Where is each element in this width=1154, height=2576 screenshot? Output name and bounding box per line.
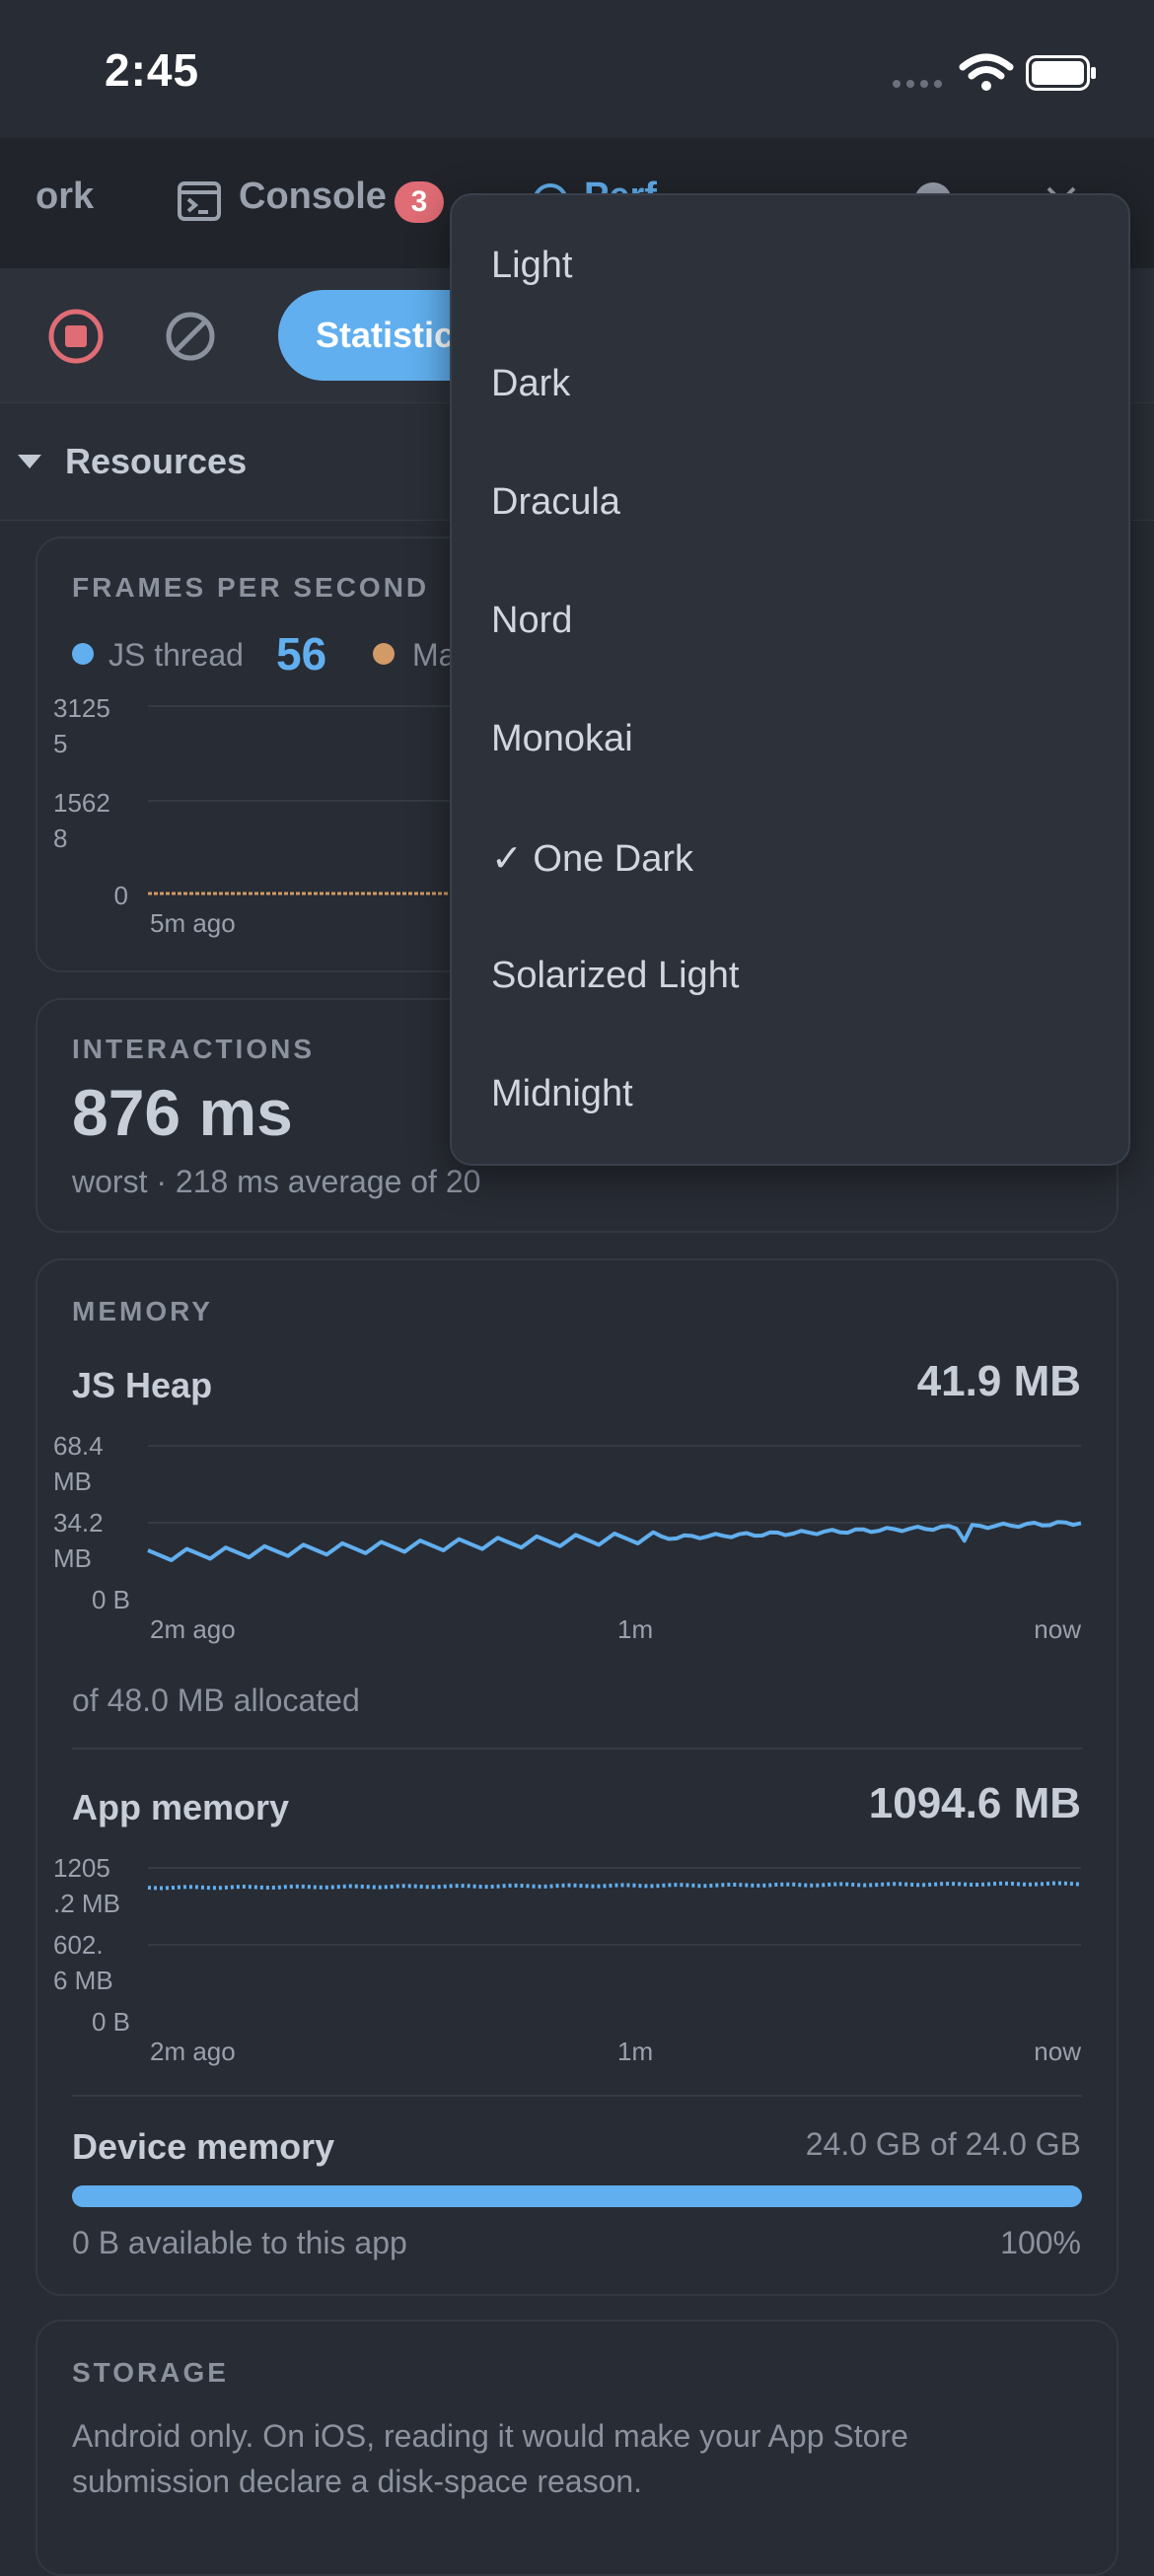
fps-y-tick-zero: 0 (113, 881, 128, 910)
js-thread-fps-value: 56 (276, 628, 327, 680)
app-memory-x-tick-mid: 1m (617, 2037, 654, 2066)
js-heap-y-tick-mid: 34.2 MB (53, 1508, 104, 1573)
js-heap-x-tick-end: now (1034, 1614, 1081, 1644)
memory-divider (72, 1748, 1082, 1750)
js-thread-label: JS thread (108, 637, 244, 673)
cellular-signal-icon (893, 80, 942, 88)
stop-recording-button[interactable] (47, 308, 105, 365)
js-heap-value: 41.9 MB (916, 1357, 1081, 1405)
clear-icon[interactable] (162, 308, 219, 365)
wifi-icon (959, 53, 1014, 91)
js-heap-y-tick-zero: 0 B (91, 1585, 130, 1614)
theme-option-nord[interactable]: Nord (491, 600, 572, 642)
fps-label: FRAMES PER SECOND (72, 572, 430, 603)
tab-console[interactable]: Console (239, 176, 387, 218)
terminal-icon (178, 181, 221, 221)
memory-divider-2 (72, 2095, 1082, 2097)
js-heap-allocated: of 48.0 MB allocated (72, 1682, 360, 1718)
fps-y-tick-mid: 1562 8 (53, 788, 110, 853)
app-memory-x-tick-end: now (1034, 2037, 1081, 2066)
js-heap-series (147, 1520, 1082, 1562)
theme-option-solarized-light[interactable]: Solarized Light (491, 955, 739, 997)
device-memory-available: 0 B available to this app (72, 2225, 407, 2260)
app-memory-y-tick-mid: 602. 6 MB (53, 1930, 113, 1995)
device-memory-percent: 100% (1000, 2225, 1081, 2260)
collapse-triangle-icon (18, 455, 41, 468)
storage-note-line2: submission declare a disk-space reason. (72, 2464, 643, 2499)
interactions-worst-value: 876 ms (72, 1076, 293, 1149)
js-heap-y-tick-top: 68.4 MB (53, 1431, 104, 1496)
app-memory-x-tick-start: 2m ago (150, 2037, 236, 2066)
battery-icon (1026, 55, 1096, 91)
theme-option-midnight[interactable]: Midnight (491, 1073, 633, 1115)
memory-label: MEMORY (72, 1296, 213, 1326)
status-time: 2:45 (105, 44, 200, 96)
js-heap-x-tick-start: 2m ago (150, 1614, 236, 1644)
js-heap-chart (147, 1445, 1082, 1562)
theme-option-dracula[interactable]: Dracula (491, 481, 620, 524)
interactions-label: INTERACTIONS (72, 1034, 315, 1064)
app-memory-series (147, 1881, 1082, 1891)
theme-option-dark[interactable]: Dark (491, 363, 570, 405)
fps-chart (148, 705, 464, 895)
app-memory-y-tick-zero: 0 B (91, 2007, 130, 2037)
theme-option-one-dark[interactable]: ✓ One Dark (491, 836, 693, 881)
device-memory-title: Device memory (72, 2126, 335, 2167)
fps-x-tick-start: 5m ago (150, 908, 236, 938)
js-thread-dot (72, 643, 94, 665)
main-thread-dot (373, 643, 395, 665)
app-memory-chart (147, 1867, 1082, 1946)
device-memory-bar-fill (72, 2185, 1082, 2207)
app-memory-value: 1094.6 MB (868, 1779, 1081, 1827)
app-memory-y-tick-top: 1205 .2 MB (53, 1853, 120, 1918)
theme-option-monokai[interactable]: Monokai (491, 718, 633, 760)
theme-dropdown-menu (450, 193, 1130, 1166)
js-heap-x-tick-mid: 1m (617, 1614, 654, 1644)
storage-label: STORAGE (72, 2357, 229, 2388)
tab-network[interactable]: ork (36, 176, 94, 218)
storage-note-line1: Android only. On iOS, reading it would m… (72, 2418, 908, 2454)
js-heap-title: JS Heap (72, 1365, 213, 1405)
resources-title: Resources (65, 441, 248, 481)
device-memory-value: 24.0 GB of 24.0 GB (805, 2126, 1081, 2162)
theme-option-light[interactable]: Light (491, 245, 572, 287)
console-error-badge: 3 (395, 181, 444, 223)
app-memory-title: App memory (72, 1787, 290, 1827)
fps-y-tick-top: 3125 5 (53, 693, 110, 758)
interactions-summary: worst · 218 ms average of 20 (72, 1164, 481, 1199)
device-memory-bar-track (72, 2185, 1082, 2207)
